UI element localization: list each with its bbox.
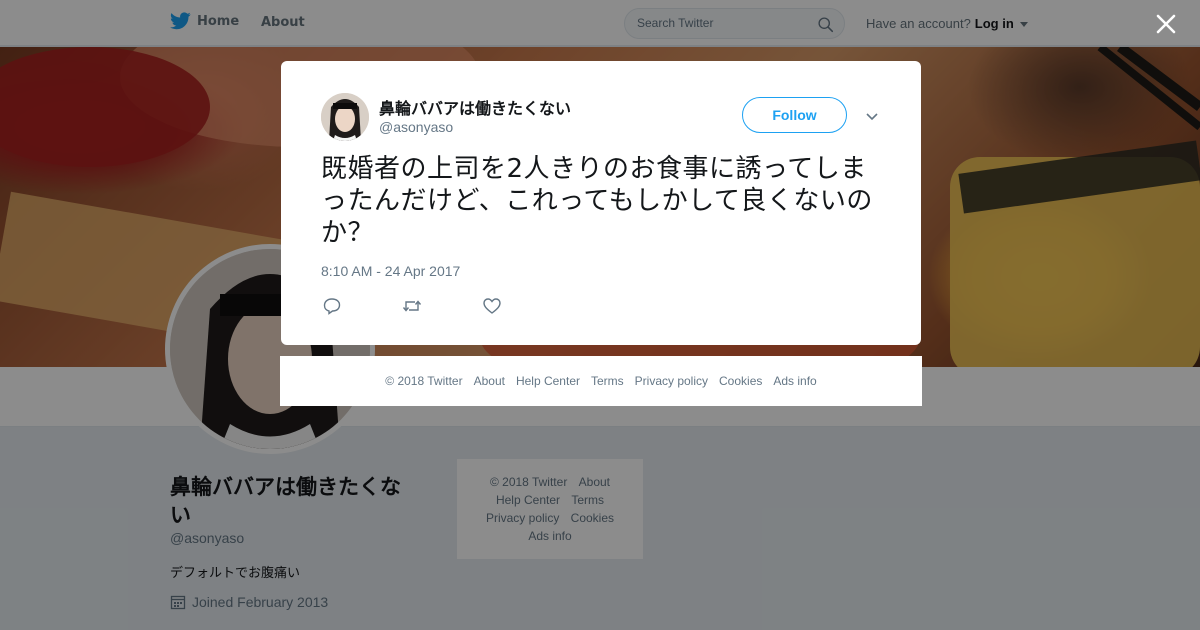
retweet-icon[interactable]: [402, 296, 422, 316]
like-icon[interactable]: [482, 296, 502, 316]
modal-footer-help-link[interactable]: Help Center: [516, 374, 580, 388]
tweet-author-name[interactable]: 鼻輪ババアは働きたくない: [379, 95, 571, 119]
tweet-modal: 鼻輪ババアは働きたくない @asonyaso Follow 既婚者の上司を2人き…: [281, 61, 921, 345]
tweet-timestamp[interactable]: 8:10 AM - 24 Apr 2017: [321, 263, 460, 279]
reply-icon[interactable]: [322, 296, 342, 316]
modal-footer-ads-link[interactable]: Ads info: [773, 374, 816, 388]
tweet-text: 既婚者の上司を2人きりのお食事に誘ってしまったんだけど、これってもしかして良くな…: [321, 154, 873, 248]
modal-footer-privacy-link[interactable]: Privacy policy: [635, 374, 708, 388]
chevron-down-icon[interactable]: [865, 109, 879, 123]
follow-button[interactable]: Follow: [742, 97, 847, 133]
tweet-author-handle[interactable]: @asonyaso: [379, 119, 453, 135]
modal-footer-cookies-link[interactable]: Cookies: [719, 374, 762, 388]
close-icon[interactable]: [1155, 13, 1177, 35]
modal-footer-about-link[interactable]: About: [474, 374, 505, 388]
tweet-author-avatar[interactable]: [321, 93, 369, 141]
modal-footer-copyright: © 2018 Twitter: [385, 374, 463, 388]
modal-footer: © 2018 Twitter About Help Center Terms P…: [280, 356, 922, 406]
modal-footer-terms-link[interactable]: Terms: [591, 374, 624, 388]
